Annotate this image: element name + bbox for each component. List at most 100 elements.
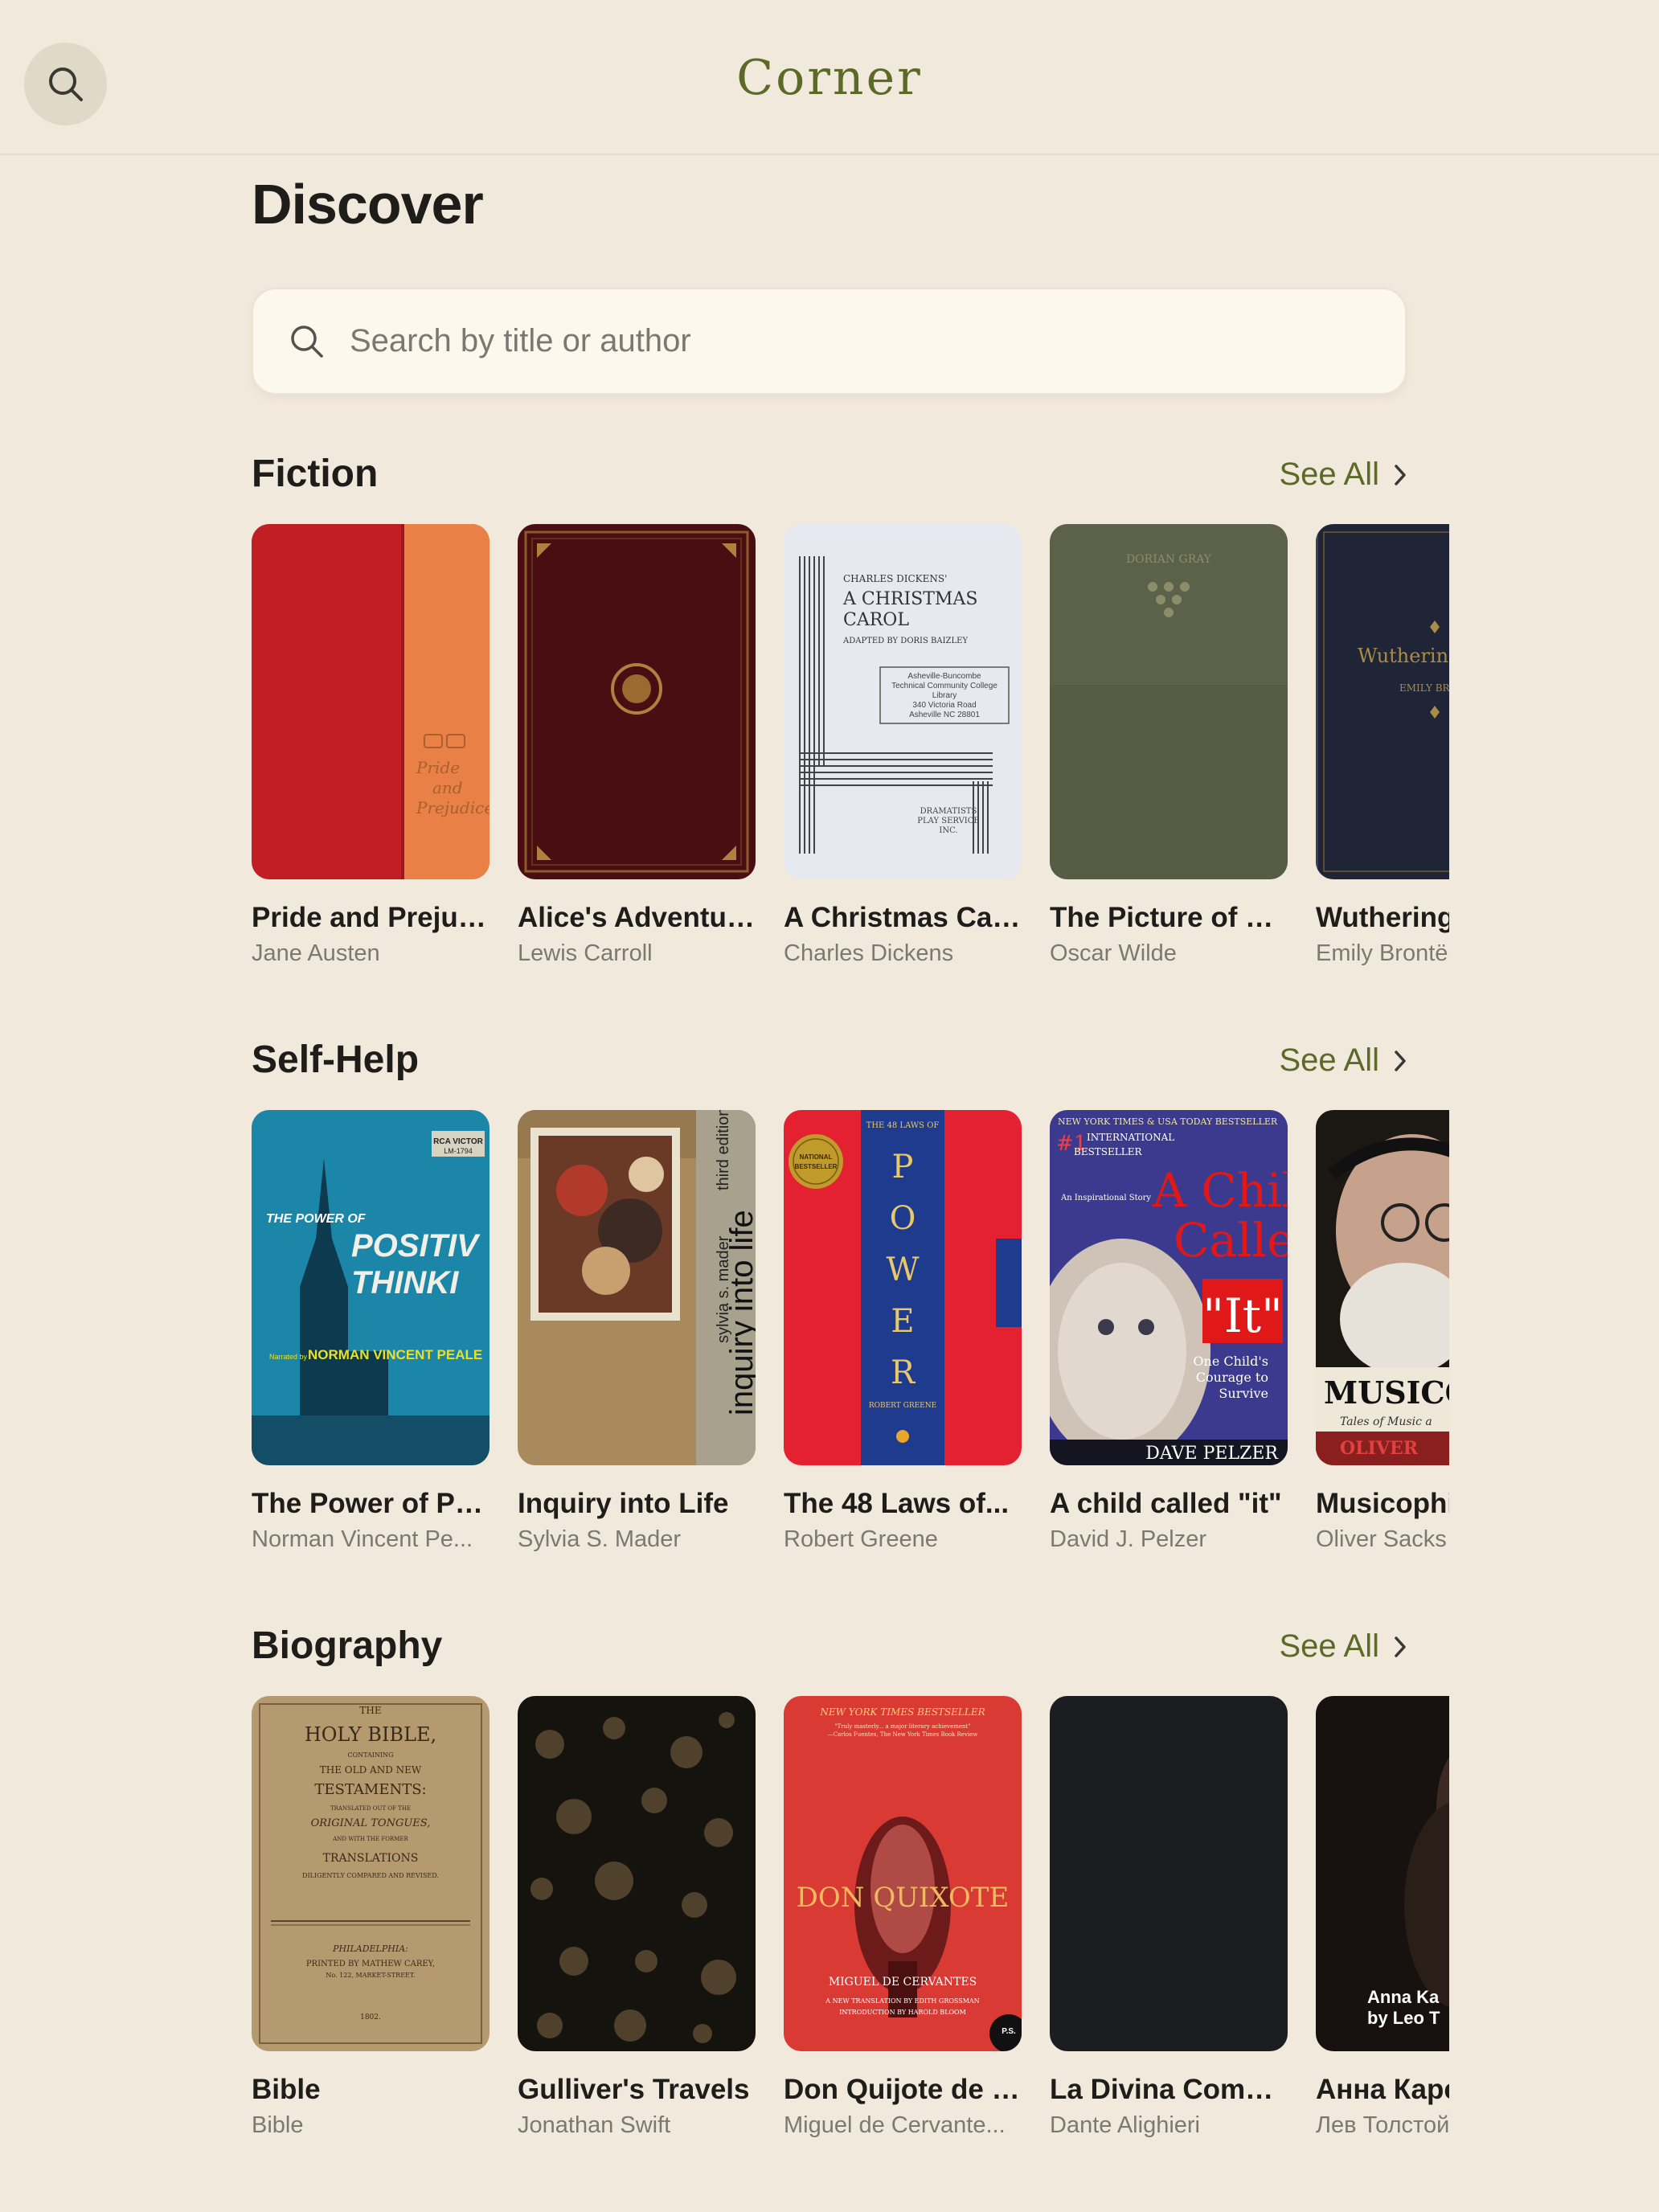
book-card[interactable]: NEW YORK TIMES BESTSELLER "Truly masterl… <box>784 1696 1022 2139</box>
chevron-right-icon <box>1395 1050 1406 1071</box>
book-card[interactable]: Anna Ka by Leo T Анна Каре Лев Толстой <box>1316 1696 1449 2139</box>
book-title: Pride and Prejud... <box>252 902 490 933</box>
chevron-right-icon <box>1395 464 1406 485</box>
see-all-biography-button[interactable]: See All <box>1279 1628 1407 1665</box>
svg-text:NORMAN VINCENT PEALE: NORMAN VINCENT PEALE <box>308 1347 482 1362</box>
book-author: Jonathan Swift <box>518 2112 671 2138</box>
svg-text:Prejudice: Prejudice <box>416 798 490 817</box>
svg-text:PLAY SERVICE: PLAY SERVICE <box>917 817 979 825</box>
book-title: La Divina Comm... <box>1050 2074 1288 2105</box>
svg-text:MUSICOP: MUSICOP <box>1324 1374 1449 1411</box>
svg-text:TESTAMENTS:: TESTAMENTS: <box>314 1781 426 1798</box>
book-card[interactable]: Pride and Prejudice Pride and Prejud... … <box>252 524 490 967</box>
svg-text:O: O <box>890 1200 916 1237</box>
chevron-right-icon <box>1395 1636 1406 1657</box>
book-card[interactable]: sylvia s. mader third edition inquiry in… <box>518 1110 756 1553</box>
book-card[interactable]: NEW YORK TIMES & USA TODAY BESTSELLER #1… <box>1050 1110 1288 1553</box>
svg-text:CONTAINING: CONTAINING <box>347 1751 393 1759</box>
book-author: Charles Dickens <box>784 940 954 966</box>
svg-text:E: E <box>891 1303 914 1340</box>
book-cover: CHARLES DICKENS' A CHRISTMAS CAROL ADAPT… <box>784 524 1022 879</box>
book-card[interactable]: La Divina Comm... Dante Alighieri <box>1050 1696 1288 2139</box>
svg-text:BESTSELLER: BESTSELLER <box>1074 1146 1142 1157</box>
book-cover <box>518 1696 756 2051</box>
book-title: Gulliver's Travels <box>518 2074 750 2105</box>
book-card[interactable]: CHARLES DICKENS' A CHRISTMAS CAROL ADAPT… <box>784 524 1022 967</box>
svg-text:DORIAN GRAY: DORIAN GRAY <box>1126 553 1212 566</box>
svg-text:INTRODUCTION BY HAROLD BLOOM: INTRODUCTION BY HAROLD BLOOM <box>839 2009 966 2016</box>
svg-text:PHILADELPHIA:: PHILADELPHIA: <box>332 1944 408 1954</box>
book-card[interactable]: DORIAN GRAY The Picture of D... Oscar Wi… <box>1050 524 1288 967</box>
section-title: Fiction <box>252 453 379 495</box>
book-card[interactable]: MUSICOP Tales of Music a OLIVER Musicoph… <box>1316 1110 1449 1553</box>
book-card[interactable]: RCA VICTOR LM-1794 THE POWER OF POSITIV … <box>252 1110 490 1553</box>
book-author: Oscar Wilde <box>1050 940 1177 966</box>
book-author: David J. Pelzer <box>1050 1526 1207 1552</box>
book-author: Robert Greene <box>784 1526 938 1552</box>
see-all-label: See All <box>1279 1628 1379 1664</box>
book-cover: Pride and Prejudice <box>252 524 490 879</box>
book-author: Dante Alighieri <box>1050 2112 1200 2138</box>
svg-text:Narrated by: Narrated by <box>269 1353 308 1361</box>
section-biography: Biography See All THE HOLY BIBLE, CONTAI… <box>252 1624 1449 2138</box>
see-all-label: See All <box>1279 1043 1379 1078</box>
svg-text:inquiry into life: inquiry into life <box>724 1210 756 1415</box>
book-cover: sylvia s. mader third edition inquiry in… <box>518 1110 756 1465</box>
book-card[interactable]: THE HOLY BIBLE, CONTAINING THE OLD AND N… <box>252 1696 490 2139</box>
svg-text:DRAMATISTS: DRAMATISTS <box>920 807 977 816</box>
svg-text:Called: Called <box>1174 1213 1288 1268</box>
svg-text:Pride: Pride <box>416 758 460 777</box>
see-all-fiction-button[interactable]: See All <box>1279 457 1407 493</box>
book-author: Sylvia S. Mader <box>518 1526 682 1552</box>
svg-text:Courage to: Courage to <box>1196 1370 1268 1385</box>
svg-text:340 Victoria Road: 340 Victoria Road <box>912 701 976 710</box>
search-field[interactable] <box>252 288 1407 395</box>
svg-text:NATIONAL: NATIONAL <box>800 1153 833 1161</box>
svg-text:INC.: INC. <box>939 826 957 835</box>
svg-text:ORIGINAL TONGUES,: ORIGINAL TONGUES, <box>311 1817 431 1829</box>
svg-text:THE: THE <box>359 1705 381 1716</box>
svg-text:THE POWER OF: THE POWER OF <box>266 1212 367 1226</box>
book-card[interactable]: Gulliver's Travels Jonathan Swift <box>518 1696 756 2139</box>
search-input[interactable] <box>350 323 1314 359</box>
see-all-label: See All <box>1279 457 1379 492</box>
svg-text:DON QUIXOTE: DON QUIXOTE <box>797 1882 1010 1914</box>
section-self-help: Self-Help See All RCA VICTOR LM-1794 THE… <box>252 1038 1449 1552</box>
svg-text:Tales of Music a: Tales of Music a <box>1340 1415 1432 1428</box>
book-row-biography: THE HOLY BIBLE, CONTAINING THE OLD AND N… <box>252 1696 1449 2146</box>
svg-text:P.S.: P.S. <box>1002 2027 1016 2036</box>
book-card[interactable]: THE 48 LAWS OF NATIONAL BESTSELLER P O W… <box>784 1110 1022 1553</box>
svg-text:NEW YORK TIMES & USA TODAY BES: NEW YORK TIMES & USA TODAY BESTSELLER <box>1058 1116 1278 1127</box>
svg-text:THE 48 LAWS OF: THE 48 LAWS OF <box>866 1121 940 1130</box>
svg-text:HOLY BIBLE,: HOLY BIBLE, <box>305 1723 436 1746</box>
section-title: Biography <box>252 1624 443 1667</box>
svg-text:DAVE PELZER: DAVE PELZER <box>1145 1444 1279 1464</box>
svg-text:MIGUEL DE CERVANTES: MIGUEL DE CERVANTES <box>829 1976 977 1989</box>
book-card[interactable]: Wuthering EMILY BR Wuthering Emily Bront… <box>1316 524 1449 967</box>
book-cover: NEW YORK TIMES & USA TODAY BESTSELLER #1… <box>1050 1110 1288 1465</box>
book-card[interactable]: Alice's Adventur... Lewis Carroll <box>518 524 756 967</box>
svg-text:BESTSELLER: BESTSELLER <box>795 1163 838 1170</box>
book-title: Alice's Adventur... <box>518 902 756 933</box>
app-title: Corner <box>736 50 923 106</box>
section-title: Self-Help <box>252 1038 420 1081</box>
svg-text:POSITIV: POSITIV <box>351 1228 481 1264</box>
svg-text:ADAPTED BY DORIS BAIZLEY: ADAPTED BY DORIS BAIZLEY <box>842 637 968 645</box>
svg-text:INTERNATIONAL: INTERNATIONAL <box>1087 1132 1174 1143</box>
svg-text:THE OLD AND NEW: THE OLD AND NEW <box>320 1764 422 1776</box>
book-title: Inquiry into Life <box>518 1488 729 1519</box>
svg-text:P: P <box>892 1149 914 1186</box>
book-title: A Christmas Carol <box>784 902 1022 933</box>
svg-text:AND WITH THE FORMER: AND WITH THE FORMER <box>332 1836 408 1842</box>
see-all-self-help-button[interactable]: See All <box>1279 1043 1407 1079</box>
book-cover <box>1050 1696 1288 2051</box>
book-title: The Picture of D... <box>1050 902 1288 933</box>
svg-text:Survive: Survive <box>1219 1386 1268 1401</box>
svg-text:—Carlos Fuentes, The New York: —Carlos Fuentes, The New York Times Book… <box>828 1731 978 1738</box>
book-title: The Power of Po... <box>252 1488 490 1519</box>
book-cover: NEW YORK TIMES BESTSELLER "Truly masterl… <box>784 1696 1022 2051</box>
book-author: Emily Brontë <box>1316 940 1448 966</box>
book-author: Oliver Sacks <box>1316 1526 1447 1552</box>
book-author: Norman Vincent Pe... <box>252 1526 473 1552</box>
book-author: Miguel de Cervante... <box>784 2112 1006 2138</box>
